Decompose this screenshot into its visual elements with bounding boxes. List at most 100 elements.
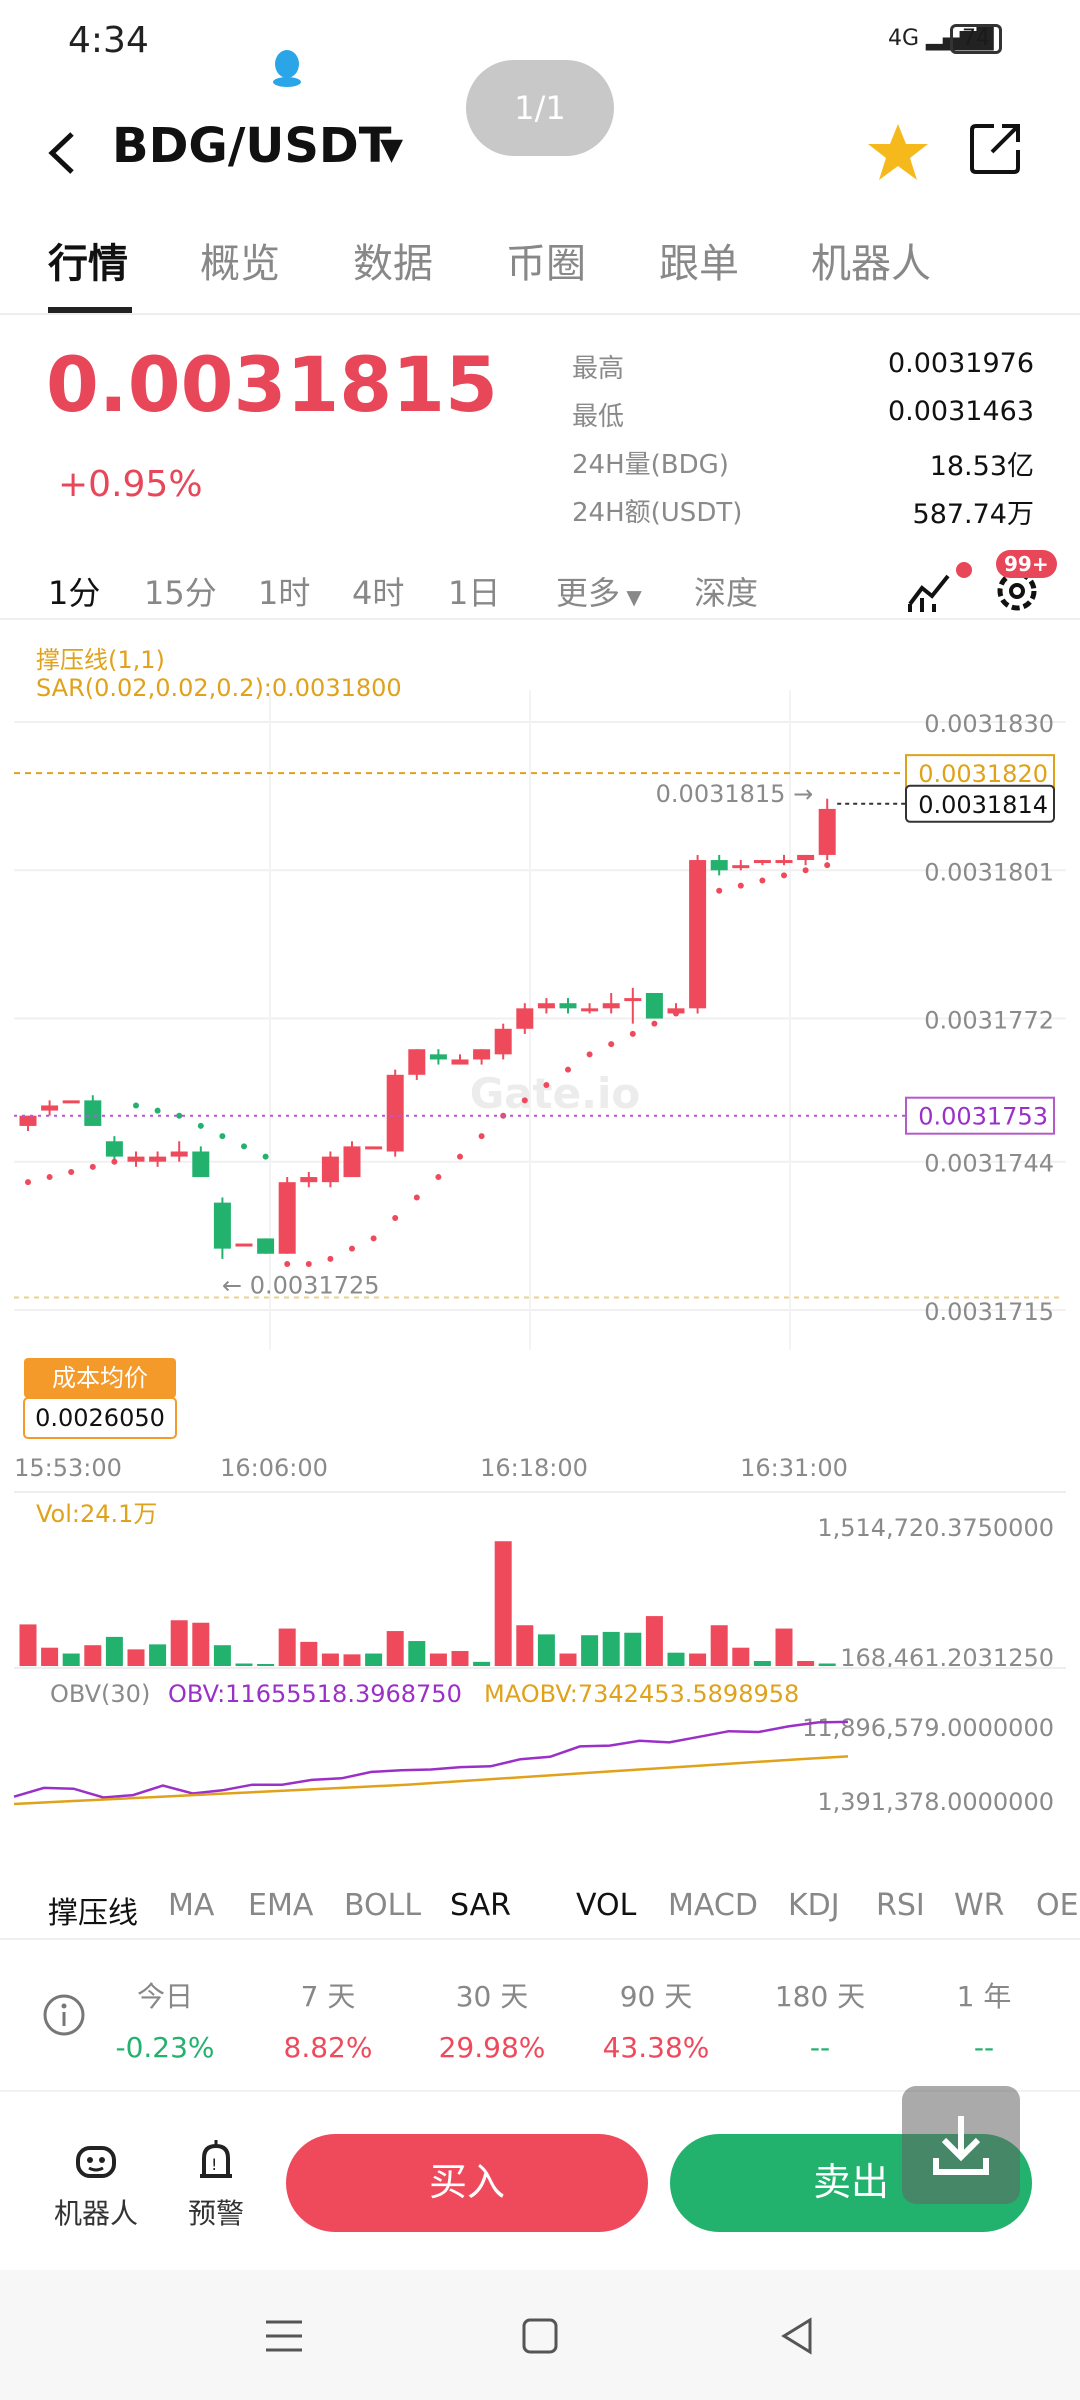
candle-body (62, 1100, 80, 1104)
candlestick-chart[interactable]: 0.0031830 0.0031801 0.0031772 0.0031744 0.00… (0, 620, 1080, 1860)
ind-tab-ma[interactable]: MA (168, 1888, 214, 1923)
sar-dot (651, 1020, 658, 1027)
interval-depth[interactable]: 深度 (694, 568, 758, 614)
sar-dot (457, 1153, 463, 1160)
ind-tab-sar[interactable]: SAR (450, 1888, 511, 1923)
interval-more[interactable]: 更多 ▼ (556, 568, 642, 614)
alert-label: 预警 (187, 2197, 244, 2230)
volume-bar (105, 1636, 123, 1666)
volume-bar (667, 1652, 685, 1666)
pair-title[interactable]: BDG/USDT (112, 118, 392, 174)
volume-bar (365, 1653, 383, 1666)
ind-tab-wr[interactable]: WR (954, 1888, 1005, 1923)
volume-bar (41, 1647, 59, 1666)
candle-body (105, 1141, 123, 1157)
sar-dot (759, 877, 766, 884)
favorite-star-icon[interactable] (866, 120, 930, 184)
ind-tab-boll[interactable]: BOLL (344, 1888, 421, 1923)
high-price-annotation: 0.0031815 → (656, 780, 814, 808)
volume-bar (645, 1616, 663, 1666)
candle-body (127, 1156, 145, 1162)
perf-label: 1 年 (956, 1980, 1012, 2013)
buy-button[interactable]: 买入 (286, 2134, 648, 2232)
interval-1h[interactable]: 1时 (258, 568, 310, 614)
volume-bar (559, 1653, 577, 1666)
chart-area[interactable]: 撑压线(1,1) SAR(0.02,0.02,0.2):0.0031800 0.… (0, 620, 1080, 1860)
info-icon[interactable] (42, 1993, 86, 2037)
stat-vol-value: 18.53亿 (929, 451, 1034, 482)
volume-bar (235, 1663, 253, 1666)
last-price: 0.0031815 (46, 340, 498, 429)
tab-data[interactable]: 数据 (353, 231, 433, 289)
perf-30d: 30 天 29.98% (422, 1975, 562, 2064)
candle-body (429, 1054, 447, 1060)
ind-tab-kdj[interactable]: KDJ (788, 1888, 840, 1923)
interval-1d[interactable]: 1日 (448, 568, 500, 614)
sar-dot (824, 862, 831, 869)
robot-button[interactable]: 机器人 (46, 2138, 146, 2232)
ind-tab-ema[interactable]: EMA (248, 1888, 313, 1923)
tab-copy-trading[interactable]: 跟单 (659, 231, 739, 289)
perf-90d: 90 天 43.38% (586, 1975, 726, 2064)
interval-1m[interactable]: 1分 (48, 568, 100, 614)
back-nav-icon[interactable] (776, 2314, 820, 2358)
sar-dot (327, 1255, 334, 1262)
tab-overview[interactable]: 概览 (200, 231, 280, 289)
y-tick-label: 0.0031801 (924, 858, 1054, 886)
watermark: Gate.io (470, 1069, 641, 1118)
back-icon[interactable] (42, 128, 82, 178)
sar-dot (781, 872, 787, 879)
tab-community[interactable]: 币圈 (506, 231, 586, 289)
candle-body (645, 992, 663, 1019)
perf-value: 29.98% (438, 2031, 546, 2064)
ind-tab-macd[interactable]: MACD (668, 1888, 758, 1923)
ind-tab-obv[interactable]: OE (1036, 1888, 1079, 1923)
perf-label: 7 天 (300, 1980, 356, 2013)
x-tick-label: 16:31:00 (740, 1454, 848, 1482)
stat-turnover-label: 24H额(USDT) (572, 498, 743, 528)
indicator-chart-icon[interactable] (906, 568, 952, 614)
download-button[interactable] (902, 2086, 1020, 2204)
share-icon[interactable] (968, 120, 1024, 176)
volume-bar (127, 1649, 145, 1666)
y-tick-label: 0.0031772 (924, 1007, 1054, 1035)
candle-body (689, 860, 707, 1009)
download-icon (933, 2116, 989, 2175)
y-tick-label: 0.0031715 (924, 1298, 1054, 1326)
x-tick-label: 15:53:00 (14, 1454, 122, 1482)
alert-button[interactable]: ! 预警 (166, 2138, 266, 2232)
obv-line (13, 1720, 849, 1799)
ind-tab-rsi[interactable]: RSI (876, 1888, 925, 1923)
perf-today: 今日 -0.23% (95, 1975, 235, 2064)
sar-dot (219, 1133, 226, 1140)
interval-15m[interactable]: 15分 (144, 568, 217, 614)
last-price-tag: 0.0031814 (918, 791, 1048, 819)
ind-tab-support[interactable]: 撑压线 (48, 1888, 138, 1932)
volume-bar (343, 1654, 361, 1666)
sar-dot (111, 1158, 118, 1165)
perf-value: -- (809, 2031, 831, 2064)
home-icon[interactable] (518, 2314, 562, 2358)
cost-avg-value: 0.0026050 (35, 1404, 165, 1432)
tab-bot[interactable]: 机器人 (811, 231, 931, 289)
ind-tab-vol[interactable]: VOL (576, 1888, 636, 1923)
sar-dot (673, 1010, 679, 1017)
tab-market[interactable]: 行情 (48, 231, 128, 289)
stat-high-value: 0.0031976 (887, 348, 1034, 379)
candle-body (84, 1100, 102, 1126)
x-tick-label: 16:18:00 (480, 1454, 588, 1482)
candle-body (602, 1003, 620, 1009)
sar-dot (478, 1133, 485, 1140)
menu-icon[interactable] (262, 2314, 306, 2358)
sar-dot (46, 1174, 53, 1181)
sar-dot (521, 1097, 528, 1104)
interval-4h[interactable]: 4时 (352, 568, 404, 614)
volume-bar (170, 1620, 188, 1666)
volume-bar (149, 1644, 167, 1666)
volume-bar (753, 1661, 771, 1666)
volume-bar (62, 1653, 80, 1666)
pair-dropdown-icon[interactable]: ▼ (380, 132, 403, 167)
sar-dot (716, 887, 723, 894)
sar-dot (694, 892, 701, 899)
candle-body (170, 1151, 188, 1157)
